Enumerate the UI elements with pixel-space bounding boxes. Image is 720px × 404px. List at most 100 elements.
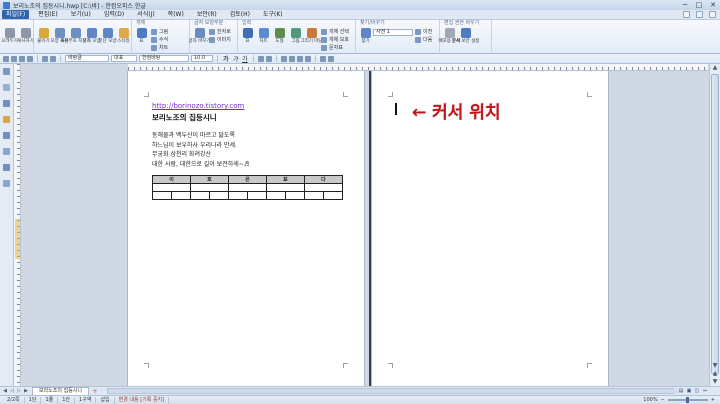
hscroll-thumb[interactable] (108, 389, 678, 393)
next-page-icon[interactable]: ▼ (710, 378, 720, 386)
menu-insert[interactable]: 입력(D) (100, 10, 128, 19)
prev-page-icon[interactable]: ▲ (710, 370, 720, 378)
menu-security[interactable]: 보안(R) (193, 10, 221, 19)
style-select[interactable]: 바탕글 (65, 55, 109, 62)
ribbon-small-button[interactable]: 그림 (151, 28, 168, 35)
clipboard-icon[interactable] (3, 148, 10, 155)
scroll-up-arrow-icon[interactable]: ▲ (710, 64, 720, 72)
line-spacing-icon[interactable] (319, 55, 326, 62)
zoom-value[interactable]: 100% (643, 397, 657, 403)
ribbon-small-button[interactable]: 다음 (415, 36, 432, 43)
ribbon-button[interactable]: 문서 보안 설정 (452, 27, 479, 53)
minimize-button[interactable]: ─ (681, 1, 689, 9)
table-cell[interactable] (227, 191, 248, 200)
table-cell[interactable] (152, 183, 191, 192)
ribbon-small-button[interactable]: 수식 (151, 36, 168, 43)
ribbon-button[interactable]: 차트 (256, 27, 271, 53)
menu-review[interactable]: 검토(H) (226, 10, 254, 19)
ribbon-small-button[interactable]: 개체 선택 (321, 28, 349, 35)
zoom-slider[interactable] (667, 397, 708, 403)
vertical-scrollbar[interactable]: ▲ ▼ ▲ ▼ (709, 64, 720, 386)
table-cell[interactable] (170, 191, 191, 200)
table-cell[interactable] (303, 183, 344, 192)
tab-last-icon[interactable]: ▶ (23, 388, 29, 394)
zoom-in-icon[interactable]: + (711, 397, 715, 403)
table-cell[interactable] (303, 191, 324, 200)
highlight-icon[interactable] (265, 55, 272, 62)
zoom-out-icon[interactable]: − (661, 397, 665, 403)
ribbon-small-button[interactable]: 차트 (151, 44, 168, 51)
navigator-icon[interactable] (3, 164, 10, 171)
menu-tools[interactable]: 도구(K) (259, 10, 287, 19)
ruler-margin-marker[interactable] (15, 219, 20, 259)
gallery-icon[interactable] (3, 180, 10, 187)
ribbon-button[interactable]: 스타일 (116, 27, 131, 53)
tab-next-icon[interactable]: ▷ (16, 388, 22, 394)
fit-width-icon[interactable]: ⇔ (702, 388, 708, 394)
language-select[interactable]: 대표 (111, 55, 137, 62)
save-icon[interactable] (19, 55, 25, 62)
table-cell[interactable] (189, 191, 210, 200)
menu-page[interactable]: 쪽(W) (164, 10, 188, 19)
menu-view[interactable]: 보기(U) (67, 10, 95, 19)
doc-table[interactable]: 이 호 은 표 다 (152, 175, 344, 200)
align-center-icon[interactable] (288, 55, 295, 62)
table-cell[interactable] (322, 191, 344, 200)
ribbon-button[interactable]: 그리기 마당 (300, 27, 323, 53)
table-header-cell[interactable]: 다 (303, 175, 344, 184)
print-icon[interactable] (27, 55, 33, 62)
object-icon[interactable] (3, 132, 10, 139)
ribbon-small-button[interactable]: 개체 보호 (321, 36, 349, 43)
table-cell[interactable] (265, 191, 286, 200)
tab-first-icon[interactable]: ◀ (2, 388, 8, 394)
dictionary-dropdown[interactable]: 사전 1 (373, 29, 413, 36)
font-select[interactable]: 한컴바탕 (139, 55, 189, 62)
add-tab-button[interactable]: + (91, 388, 99, 395)
maximize-button[interactable]: □ (695, 1, 703, 9)
table-cell[interactable] (189, 183, 229, 192)
scroll-down-arrow-icon[interactable]: ▼ (710, 362, 720, 370)
table-cell[interactable] (246, 191, 267, 200)
indent-icon[interactable] (327, 55, 334, 62)
ribbon-button[interactable]: 문단 모양 (99, 27, 117, 53)
table-cell[interactable] (265, 183, 305, 192)
font-size-select[interactable]: 10.0 (191, 55, 213, 62)
undo-icon[interactable] (42, 55, 48, 62)
document-area[interactable]: http://borinozo.tistory.com 보리노조의 집등시니 동… (21, 71, 709, 386)
document-tab[interactable]: 보리노조의 집등시니 (32, 387, 89, 395)
redo-icon[interactable] (50, 55, 56, 62)
two-page-icon[interactable]: ◫ (694, 388, 700, 394)
menu-file[interactable]: 파일(F) (2, 10, 30, 19)
open-icon[interactable] (11, 55, 17, 62)
menu-edit[interactable]: 편집(E) (34, 10, 62, 19)
ribbon-button[interactable]: 붙이기 (36, 27, 51, 53)
tab-prev-icon[interactable]: ◁ (9, 388, 15, 394)
ribbon-button[interactable]: 복사하기 (17, 27, 34, 53)
table-cell[interactable] (227, 183, 267, 192)
help-icon[interactable] (683, 11, 690, 18)
horizontal-scrollbar[interactable] (107, 388, 678, 394)
zoom-slider-knob[interactable] (685, 397, 689, 403)
align-left-icon[interactable] (280, 55, 287, 62)
doc-close-icon[interactable] (709, 11, 716, 18)
ribbon-toggle-icon[interactable] (696, 11, 703, 18)
history-icon[interactable] (3, 84, 10, 91)
ribbon-small-button[interactable]: 이미지 (209, 36, 231, 43)
table-header-cell[interactable]: 호 (189, 175, 229, 184)
ribbon-small-button[interactable]: 한자로 (209, 28, 231, 35)
ribbon-small-button[interactable]: 문자표 (321, 44, 349, 51)
horizontal-ruler[interactable] (128, 64, 708, 71)
underline-button[interactable]: 가 (241, 54, 249, 63)
table-header-cell[interactable]: 이 (152, 175, 191, 184)
page-view-icon[interactable]: ▣ (686, 388, 692, 394)
italic-button[interactable]: 가 (232, 54, 240, 63)
table-header-cell[interactable]: 표 (265, 175, 305, 184)
page-1[interactable]: http://borinozo.tistory.com 보리노조의 집등시니 동… (128, 71, 364, 386)
ribbon-button[interactable]: 찾기 (358, 27, 373, 53)
menu-format[interactable]: 서식(J) (133, 10, 159, 19)
status-insert-mode[interactable]: 삽입 (96, 396, 115, 404)
page-2[interactable]: ← 커서 위치 (372, 71, 608, 386)
table-cell[interactable] (152, 191, 172, 200)
ribbon-button[interactable]: 표 (240, 27, 255, 53)
font-color-icon[interactable] (257, 55, 264, 62)
